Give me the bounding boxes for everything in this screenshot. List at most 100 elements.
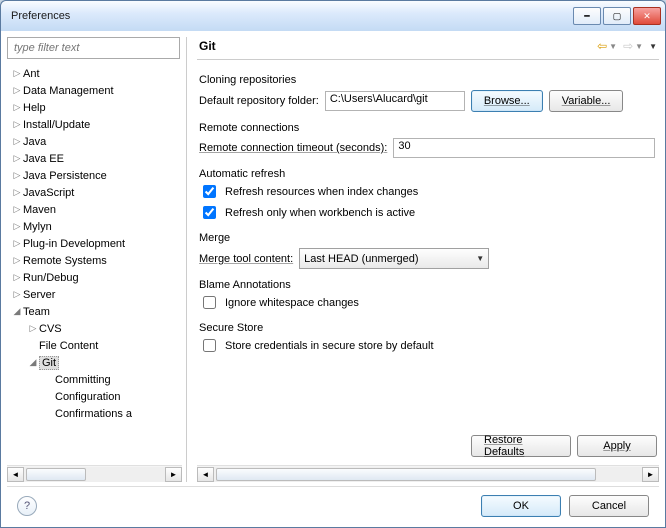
restore-defaults-button[interactable]: Restore Defaults bbox=[471, 435, 571, 457]
tree-item-install-update[interactable]: ▷Install/Update bbox=[7, 116, 182, 133]
refresh-workbench-checkbox[interactable]: Refresh only when workbench is active bbox=[199, 203, 655, 222]
remote-heading: Remote connections bbox=[199, 122, 655, 134]
back-icon[interactable]: ⇦ bbox=[597, 39, 607, 53]
bottom-bar: ? OK Cancel bbox=[7, 486, 659, 527]
refresh-workbench-input[interactable] bbox=[203, 206, 216, 219]
ok-button[interactable]: OK bbox=[481, 495, 561, 517]
scroll-thumb[interactable] bbox=[26, 468, 86, 481]
tree-item-file-content[interactable]: File Content bbox=[7, 337, 182, 354]
scroll-right-icon[interactable]: ► bbox=[165, 467, 182, 482]
tree-expand-icon[interactable]: ▷ bbox=[11, 170, 23, 181]
tree-item-label: Team bbox=[23, 306, 50, 318]
tree-item-label: Plug-in Development bbox=[23, 238, 125, 250]
store-credentials-input[interactable] bbox=[203, 339, 216, 352]
maximize-button[interactable]: ▢ bbox=[603, 7, 631, 25]
tree-expand-icon[interactable]: ▷ bbox=[11, 187, 23, 198]
tree-item-remote-systems[interactable]: ▷Remote Systems bbox=[7, 252, 182, 269]
cancel-button[interactable]: Cancel bbox=[569, 495, 649, 517]
tree-item-confirmations-a[interactable]: Confirmations a bbox=[7, 405, 182, 422]
secure-store-heading: Secure Store bbox=[199, 322, 655, 334]
right-pane: Git ⇦ ▼ ⇨ ▼ ▼ Cloning repositories Defau… bbox=[187, 37, 659, 482]
default-folder-input[interactable]: C:\Users\Alucard\git bbox=[325, 91, 465, 111]
tree-expand-icon[interactable]: ▷ bbox=[11, 221, 23, 232]
scroll-thumb[interactable] bbox=[216, 468, 596, 481]
timeout-input[interactable]: 30 bbox=[393, 138, 655, 158]
merge-heading: Merge bbox=[199, 232, 655, 244]
tree-item-server[interactable]: ▷Server bbox=[7, 286, 182, 303]
tree-item-mylyn[interactable]: ▷Mylyn bbox=[7, 218, 182, 235]
tree-expand-icon[interactable]: ◢ bbox=[27, 357, 39, 368]
page-title: Git bbox=[199, 39, 597, 53]
titlebar[interactable]: Preferences ━ ▢ ✕ bbox=[1, 1, 665, 31]
tree-expand-icon[interactable]: ▷ bbox=[11, 238, 23, 249]
tree-expand-icon[interactable]: ▷ bbox=[11, 102, 23, 113]
tree-item-maven[interactable]: ▷Maven bbox=[7, 201, 182, 218]
content-area: ▷Ant▷Data Management▷Help▷Install/Update… bbox=[1, 31, 665, 527]
tree-item-run-debug[interactable]: ▷Run/Debug bbox=[7, 269, 182, 286]
tree-item-java-ee[interactable]: ▷Java EE bbox=[7, 150, 182, 167]
tree-item-java-persistence[interactable]: ▷Java Persistence bbox=[7, 167, 182, 184]
refresh-index-input[interactable] bbox=[203, 185, 216, 198]
tree-expand-icon[interactable]: ▷ bbox=[11, 272, 23, 283]
tree-item-help[interactable]: ▷Help bbox=[7, 99, 182, 116]
timeout-label: Remote connection timeout (seconds): bbox=[199, 142, 387, 154]
merge-content-select[interactable]: Last HEAD (unmerged) ▼ bbox=[299, 248, 489, 269]
window-title: Preferences bbox=[11, 10, 573, 22]
store-credentials-checkbox[interactable]: Store credentials in secure store by def… bbox=[199, 336, 655, 355]
filter-box[interactable] bbox=[7, 37, 180, 59]
menu-dropdown-icon[interactable]: ▼ bbox=[649, 42, 657, 51]
tree-item-label: Install/Update bbox=[23, 119, 90, 131]
browse-button[interactable]: Browse... bbox=[471, 90, 543, 112]
tree-expand-icon[interactable]: ▷ bbox=[11, 136, 23, 147]
tree-expand-icon[interactable]: ▷ bbox=[11, 204, 23, 215]
refresh-index-checkbox[interactable]: Refresh resources when index changes bbox=[199, 182, 655, 201]
forward-icon[interactable]: ⇨ bbox=[623, 39, 633, 53]
close-button[interactable]: ✕ bbox=[633, 7, 661, 25]
tree-expand-icon[interactable]: ▷ bbox=[11, 255, 23, 266]
tree-expand-icon[interactable]: ▷ bbox=[11, 119, 23, 130]
tree-item-label: Java Persistence bbox=[23, 170, 107, 182]
tree-item-committing[interactable]: Committing bbox=[7, 371, 182, 388]
tree-item-plug-in-development[interactable]: ▷Plug-in Development bbox=[7, 235, 182, 252]
tree-item-label: Configuration bbox=[55, 391, 120, 403]
ignore-whitespace-input[interactable] bbox=[203, 296, 216, 309]
tree-item-configuration[interactable]: Configuration bbox=[7, 388, 182, 405]
scroll-left-icon[interactable]: ◄ bbox=[7, 467, 24, 482]
tree-item-label: Data Management bbox=[23, 85, 114, 97]
tree-item-team[interactable]: ◢Team bbox=[7, 303, 182, 320]
variable-button[interactable]: Variable... bbox=[549, 90, 624, 112]
scroll-track[interactable] bbox=[24, 467, 165, 482]
scroll-track[interactable] bbox=[214, 467, 642, 482]
forward-dropdown-icon[interactable]: ▼ bbox=[635, 42, 643, 51]
scroll-right-icon[interactable]: ► bbox=[642, 467, 659, 482]
chevron-down-icon: ▼ bbox=[476, 254, 484, 263]
tree-item-javascript[interactable]: ▷JavaScript bbox=[7, 184, 182, 201]
apply-button[interactable]: Apply bbox=[577, 435, 657, 457]
settings-hscroll[interactable]: ◄ ► bbox=[197, 465, 659, 482]
tree-item-label: Server bbox=[23, 289, 55, 301]
tree-item-label: Run/Debug bbox=[23, 272, 79, 284]
ignore-whitespace-checkbox[interactable]: Ignore whitespace changes bbox=[199, 293, 655, 312]
tree-item-git[interactable]: ◢Git bbox=[7, 354, 182, 371]
tree-item-label: Git bbox=[39, 356, 59, 370]
preferences-tree[interactable]: ▷Ant▷Data Management▷Help▷Install/Update… bbox=[7, 65, 182, 465]
filter-input[interactable] bbox=[12, 41, 175, 55]
tree-expand-icon[interactable]: ▷ bbox=[11, 153, 23, 164]
help-icon[interactable]: ? bbox=[17, 496, 37, 516]
tree-expand-icon[interactable]: ▷ bbox=[11, 85, 23, 96]
tree-item-ant[interactable]: ▷Ant bbox=[7, 65, 182, 82]
tree-expand-icon[interactable]: ▷ bbox=[11, 68, 23, 79]
blame-heading: Blame Annotations bbox=[199, 279, 655, 291]
tree-item-java[interactable]: ▷Java bbox=[7, 133, 182, 150]
minimize-button[interactable]: ━ bbox=[573, 7, 601, 25]
tree-item-data-management[interactable]: ▷Data Management bbox=[7, 82, 182, 99]
tree-expand-icon[interactable]: ▷ bbox=[27, 323, 39, 334]
tree-hscroll[interactable]: ◄ ► bbox=[7, 465, 182, 482]
scroll-left-icon[interactable]: ◄ bbox=[197, 467, 214, 482]
tree-item-label: Confirmations a bbox=[55, 408, 132, 420]
tree-item-label: Mylyn bbox=[23, 221, 52, 233]
tree-expand-icon[interactable]: ▷ bbox=[11, 289, 23, 300]
back-dropdown-icon[interactable]: ▼ bbox=[609, 42, 617, 51]
tree-item-cvs[interactable]: ▷CVS bbox=[7, 320, 182, 337]
tree-expand-icon[interactable]: ◢ bbox=[11, 306, 23, 317]
